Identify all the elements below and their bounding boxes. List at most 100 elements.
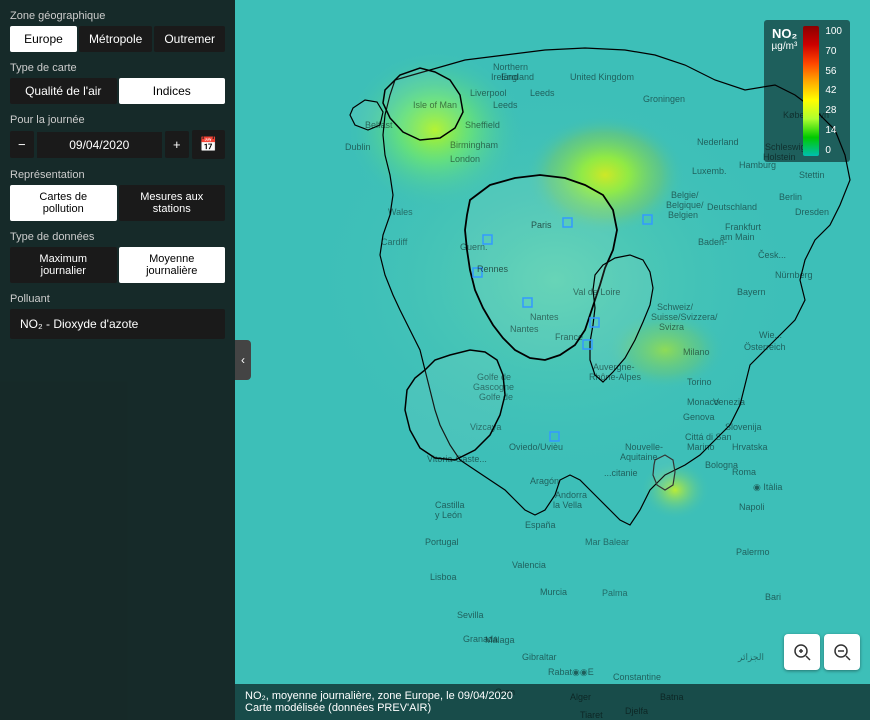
- svg-text:London: London: [450, 154, 480, 164]
- zone-europe-btn[interactable]: Europe: [10, 26, 77, 52]
- svg-text:Belgie/: Belgie/: [671, 190, 699, 200]
- zoom-controls: [784, 634, 860, 670]
- zoom-out-btn[interactable]: [824, 634, 860, 670]
- indices-btn[interactable]: Indices: [119, 78, 226, 104]
- svg-text:Wales: Wales: [388, 207, 413, 217]
- representation-btn-group: Cartes de pollution Mesures aux stations: [10, 185, 225, 221]
- svg-text:Leeds: Leeds: [493, 100, 518, 110]
- svg-text:Northern: Northern: [493, 62, 528, 72]
- svg-text:Hrvatska: Hrvatska: [732, 442, 768, 452]
- svg-text:Andorra: Andorra: [555, 490, 587, 500]
- svg-text:Česk...: Česk...: [758, 250, 786, 260]
- footer-line2: Carte modélisée (données PREV'AIR): [245, 702, 860, 714]
- svg-text:Nürnberg: Nürnberg: [775, 270, 813, 280]
- svg-text:Bayern: Bayern: [737, 287, 766, 297]
- legend-val-0: 0: [825, 145, 842, 156]
- svg-text:Portugal: Portugal: [425, 537, 459, 547]
- svg-text:◉ Itàlia: ◉ Itàlia: [753, 482, 782, 492]
- svg-text:Frankfurt: Frankfurt: [725, 222, 762, 232]
- svg-text:Rabat◉◉E: Rabat◉◉E: [548, 667, 594, 677]
- type-donnees-label: Type de données: [10, 231, 225, 243]
- calendar-btn[interactable]: 📅: [192, 130, 225, 159]
- svg-text:Dublin: Dublin: [345, 142, 371, 152]
- legend-bar: [803, 26, 819, 156]
- svg-text:Stettin: Stettin: [799, 170, 825, 180]
- svg-text:Slovenija: Slovenija: [725, 422, 762, 432]
- legend-val-100: 100: [825, 26, 842, 37]
- legend: NO₂ µg/m³ 100 70 56 42 28 14 0: [764, 20, 850, 162]
- zone-label: Zone géographique: [10, 10, 225, 22]
- footer-line1: NO₂, moyenne journalière, zone Europe, l…: [245, 690, 860, 702]
- svg-text:Rhône-Alpes: Rhône-Alpes: [589, 372, 642, 382]
- svg-text:Wie...: Wie...: [759, 330, 782, 340]
- cartes-pollution-btn[interactable]: Cartes de pollution: [10, 185, 117, 221]
- svg-text:Torino: Torino: [687, 377, 712, 387]
- svg-text:Oviedo/Uvièu: Oviedo/Uvièu: [509, 442, 563, 452]
- svg-text:Belgique/: Belgique/: [666, 200, 704, 210]
- svg-text:Lisboa: Lisboa: [430, 572, 457, 582]
- type-carte-btn-group: Qualité de l'air Indices: [10, 78, 225, 104]
- svg-text:Roma: Roma: [732, 467, 756, 477]
- svg-text:Constantine: Constantine: [613, 672, 661, 682]
- legend-text-area: NO₂ µg/m³: [772, 26, 798, 56]
- svg-text:Castilla: Castilla: [435, 500, 465, 510]
- zone-metropole-btn[interactable]: Métropole: [79, 26, 152, 52]
- svg-text:Auvergne-: Auvergne-: [593, 362, 635, 372]
- svg-text:France: France: [555, 332, 583, 342]
- svg-text:Golfe de: Golfe de: [479, 392, 513, 402]
- polluant-section: Polluant NO₂ - Dioxyde d'azote: [10, 293, 225, 339]
- maximum-journalier-btn[interactable]: Maximum journalier: [10, 247, 117, 283]
- svg-text:Belgien: Belgien: [668, 210, 698, 220]
- svg-text:y León: y León: [435, 510, 462, 520]
- journee-label: Pour la journée: [10, 114, 225, 126]
- svg-text:Venezia: Venezia: [713, 397, 745, 407]
- moyenne-journaliere-btn[interactable]: Moyenne journalière: [119, 247, 226, 283]
- svg-text:España: España: [525, 520, 556, 530]
- svg-text:Paris: Paris: [531, 220, 552, 230]
- svg-text:Nantes: Nantes: [530, 312, 559, 322]
- collapse-handle[interactable]: ‹: [235, 340, 251, 380]
- svg-text:Milano: Milano: [683, 347, 710, 357]
- svg-text:Nederland: Nederland: [697, 137, 739, 147]
- svg-text:Gibraltar: Gibraltar: [522, 652, 557, 662]
- svg-text:Groningen: Groningen: [643, 94, 685, 104]
- svg-text:Birmingham: Birmingham: [450, 140, 498, 150]
- svg-text:Deutschland: Deutschland: [707, 202, 757, 212]
- type-carte-section: Type de carte Qualité de l'air Indices: [10, 62, 225, 104]
- type-carte-label: Type de carte: [10, 62, 225, 74]
- footer: NO₂, moyenne journalière, zone Europe, l…: [235, 684, 870, 720]
- svg-text:Schweiz/: Schweiz/: [657, 302, 694, 312]
- legend-val-56: 56: [825, 66, 842, 77]
- svg-text:Genova: Genova: [683, 412, 715, 422]
- qualite-air-btn[interactable]: Qualité de l'air: [10, 78, 117, 104]
- svg-text:Marino: Marino: [687, 442, 715, 452]
- svg-text:Berlin: Berlin: [779, 192, 802, 202]
- svg-text:Luxemb.: Luxemb.: [692, 166, 727, 176]
- svg-text:Bari: Bari: [765, 592, 781, 602]
- date-plus-btn[interactable]: +: [165, 131, 189, 158]
- polluant-btn[interactable]: NO₂ - Dioxyde d'azote: [10, 309, 225, 339]
- legend-labels: 100 70 56 42 28 14 0: [825, 26, 842, 156]
- svg-text:Guern.: Guern.: [460, 242, 488, 252]
- legend-subtitle: µg/m³: [772, 41, 798, 52]
- svg-text:Cardiff: Cardiff: [381, 237, 408, 247]
- mesures-stations-btn[interactable]: Mesures aux stations: [119, 185, 226, 221]
- zoom-in-btn[interactable]: [784, 634, 820, 670]
- zone-outremer-btn[interactable]: Outremer: [154, 26, 225, 52]
- svg-text:Murcia: Murcia: [540, 587, 567, 597]
- type-donnees-section: Type de données Maximum journalier Moyen…: [10, 231, 225, 283]
- svg-text:Suisse/Svizzera/: Suisse/Svizzera/: [651, 312, 718, 322]
- date-value[interactable]: 09/04/2020: [37, 132, 162, 158]
- svg-text:Palermo: Palermo: [736, 547, 770, 557]
- svg-text:England: England: [501, 72, 534, 82]
- svg-text:United Kingdom: United Kingdom: [570, 72, 634, 82]
- svg-text:الجزائر: الجزائر: [737, 652, 764, 663]
- representation-label: Représentation: [10, 169, 225, 181]
- date-minus-btn[interactable]: −: [10, 131, 34, 158]
- svg-text:Rennes: Rennes: [477, 264, 509, 274]
- svg-text:Aquitaine: Aquitaine: [620, 452, 658, 462]
- svg-text:Aragón: Aragón: [530, 476, 559, 486]
- legend-val-14: 14: [825, 125, 842, 136]
- journee-section: Pour la journée − 09/04/2020 + 📅: [10, 114, 225, 159]
- svg-text:Belfast: Belfast: [365, 120, 393, 130]
